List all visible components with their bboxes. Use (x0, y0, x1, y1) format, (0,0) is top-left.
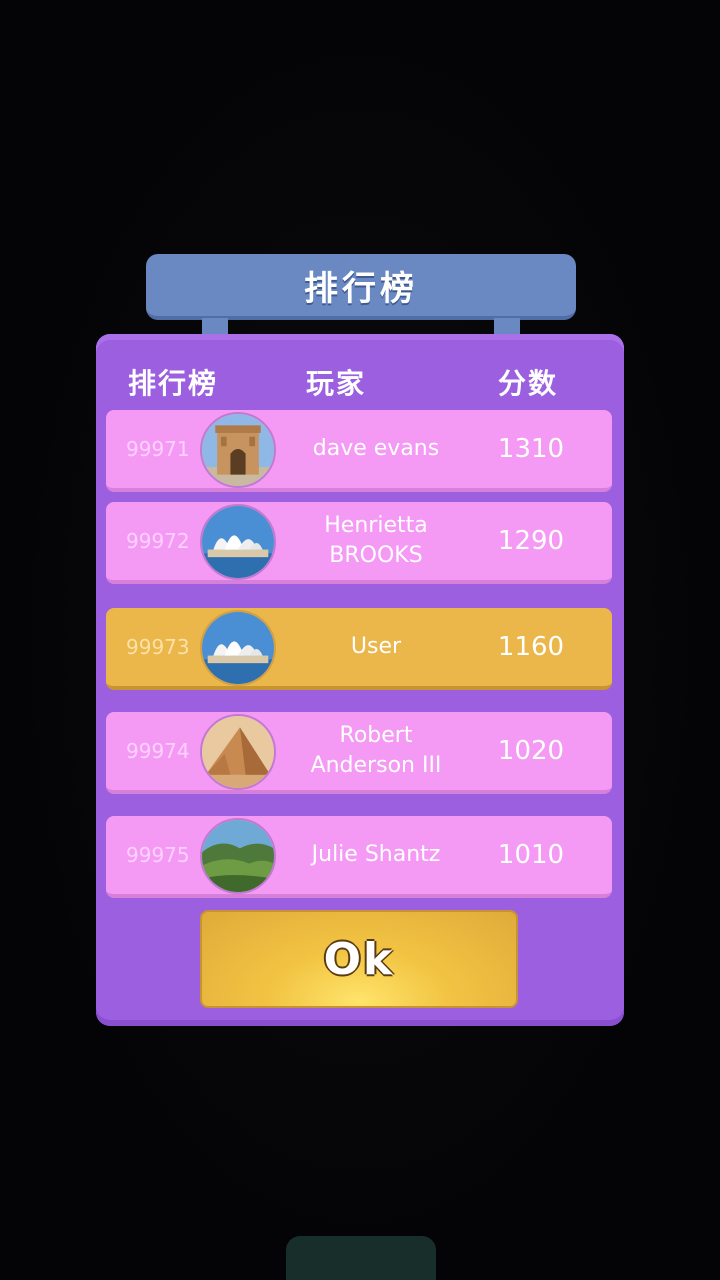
row-rank: 99974 (126, 739, 190, 763)
leaderboard-panel: 排行榜 玩家 分数 99971 dave evans 1310 99972 He… (96, 334, 624, 1026)
bottom-edge-tab (286, 1236, 436, 1280)
row-score: 1020 (497, 736, 565, 766)
row-player-name: Julie Shantz (311, 842, 441, 867)
row-rank: 99971 (126, 437, 190, 461)
dialog-title: 排行榜 (304, 268, 418, 309)
row-player-name: dave evans (312, 436, 440, 461)
row-player-name: Henrietta BROOKS (324, 513, 428, 568)
column-header-player: 玩家 (306, 367, 367, 400)
leaderboard-list[interactable]: 99971 dave evans 1310 99972 Henrietta BR… (106, 410, 612, 898)
ok-button[interactable]: Ok (200, 910, 518, 1008)
green-hills-icon (200, 818, 276, 894)
column-header-rank: 排行榜 (128, 367, 219, 400)
row-player-name: Robert Anderson III (310, 723, 442, 778)
row-score: 1010 (497, 840, 565, 870)
row-rank: 99973 (126, 635, 190, 659)
game-screen: 排行榜 排行榜 玩家 分数 99971 dave evans 1310 9997… (0, 0, 720, 1280)
row-score: 1310 (497, 434, 565, 464)
row-rank: 99972 (126, 529, 190, 553)
row-score: 1160 (497, 632, 565, 662)
leaderboard-row: 99972 Henrietta BROOKS 1290 (106, 502, 612, 584)
arc-de-triomphe-icon (200, 412, 276, 488)
sydney-opera-house-icon (200, 504, 276, 580)
ok-button-label: Ok (323, 933, 395, 985)
pyramid-icon (200, 714, 276, 790)
row-rank: 99975 (126, 843, 190, 867)
leaderboard-row: 99975 Julie Shantz 1010 (106, 816, 612, 898)
row-player-name: User (350, 634, 402, 659)
row-score: 1290 (497, 526, 565, 556)
sydney-opera-house-icon (200, 610, 276, 686)
leaderboard-title-banner: 排行榜 (146, 254, 576, 320)
leaderboard-row-current-user: 99973 User 1160 (106, 608, 612, 690)
column-header-score: 分数 (498, 367, 559, 400)
leaderboard-header: 排行榜 玩家 分数 (96, 354, 624, 406)
leaderboard-row: 99974 Robert Anderson III 1020 (106, 712, 612, 794)
leaderboard-row: 99971 dave evans 1310 (106, 410, 612, 492)
